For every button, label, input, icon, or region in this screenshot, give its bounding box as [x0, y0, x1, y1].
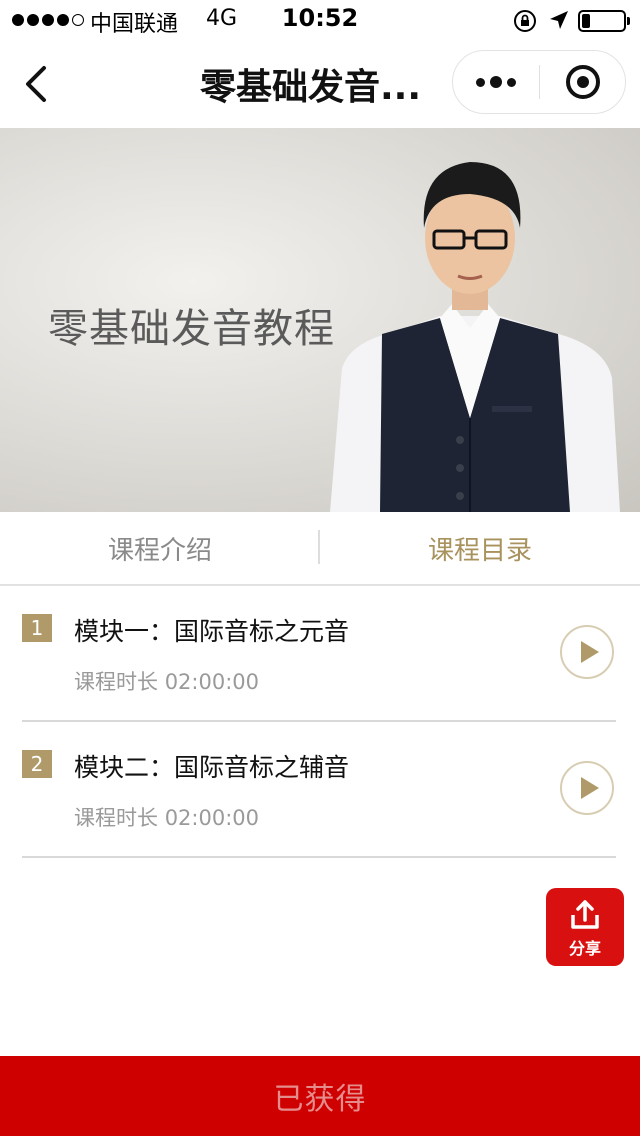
- module-title: 模块二：国际音标之辅音: [74, 753, 350, 782]
- duration-label: 课程时长: [74, 806, 158, 830]
- list-item[interactable]: 2 模块二：国际音标之辅音 课程时长 02:00:00: [22, 722, 616, 858]
- play-icon[interactable]: [560, 625, 614, 679]
- page-title: 零基础发音...: [200, 67, 422, 108]
- module-index-badge: 1: [22, 614, 52, 642]
- play-icon[interactable]: [560, 761, 614, 815]
- module-index-badge: 2: [22, 750, 52, 778]
- mini-program-capsule: [452, 50, 626, 114]
- share-upload-icon: [571, 900, 599, 929]
- status-time: 10:52: [281, 4, 359, 32]
- teacher-photo: [330, 162, 620, 512]
- duration-value: 02:00:00: [164, 670, 260, 694]
- module-duration: 课程时长 02:00:00: [74, 666, 259, 696]
- duration-label: 课程时长: [74, 670, 158, 694]
- battery-icon: [578, 10, 630, 32]
- banner-title: 零基础发音教程: [48, 306, 335, 352]
- nav-bar: 零基础发音...: [0, 40, 640, 128]
- list-item[interactable]: 1 模块一：国际音标之元音 课程时长 02:00:00: [22, 586, 616, 722]
- tab-course-intro[interactable]: 课程介绍: [0, 512, 320, 584]
- chevron-left-icon[interactable]: [14, 60, 58, 108]
- target-close-icon[interactable]: [540, 51, 626, 113]
- location-arrow-icon: [550, 11, 568, 29]
- module-title: 模块一：国际音标之元音: [74, 617, 350, 646]
- orientation-lock-icon: [514, 10, 536, 32]
- share-label: 分享: [568, 939, 601, 958]
- obtained-button[interactable]: 已获得: [0, 1056, 640, 1136]
- duration-value: 02:00:00: [164, 806, 260, 830]
- tab-course-catalog[interactable]: 课程目录: [320, 512, 640, 584]
- course-tabs: 课程介绍 课程目录: [0, 512, 640, 586]
- course-banner: 零基础发音教程: [0, 128, 640, 512]
- module-duration: 课程时长 02:00:00: [74, 802, 259, 832]
- share-button[interactable]: 分享: [546, 888, 624, 966]
- more-dots-icon[interactable]: [453, 51, 539, 113]
- status-bar: 中国联通 4G 10:52: [0, 0, 640, 40]
